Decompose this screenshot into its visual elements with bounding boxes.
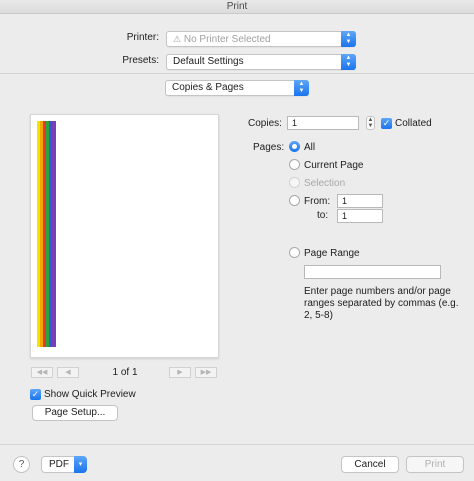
copies-input[interactable]: 1 <box>287 116 359 130</box>
popup-arrows-icon: ▲ ▼ <box>294 80 309 96</box>
pages-to-label: to: <box>317 210 329 221</box>
presets-label: Presets: <box>122 55 159 66</box>
pages-current-label: Current Page <box>304 160 364 171</box>
pages-all-radio[interactable] <box>289 141 300 152</box>
printer-value: No Printer Selected <box>183 34 271 45</box>
printer-settings-header: Printer: ⚠ No Printer Selected ▲ ▼ Preset… <box>0 14 474 74</box>
page-counter: 1 of 1 <box>112 367 138 378</box>
copies-stepper[interactable]: ▲ ▼ <box>366 116 375 130</box>
pages-from-label: From: <box>304 196 331 207</box>
page-setup-button[interactable]: Page Setup... <box>32 405 118 421</box>
footer-bar: ? PDF ▾ Cancel Print <box>0 444 474 481</box>
help-button[interactable]: ? <box>13 456 30 473</box>
presets-value: Default Settings <box>173 56 244 67</box>
printer-popup[interactable]: ⚠ No Printer Selected ▲ ▼ <box>166 31 356 47</box>
collated-label: Collated <box>395 118 432 129</box>
print-preview <box>30 114 219 358</box>
pdf-label: PDF <box>49 459 69 470</box>
chevron-down-icon: ▾ <box>74 456 87 473</box>
copies-label: Copies: <box>248 118 282 129</box>
pdf-menu-button[interactable]: PDF ▾ <box>41 456 87 473</box>
next-page-button[interactable]: ▶ <box>169 367 191 378</box>
pages-current-radio[interactable] <box>289 159 300 170</box>
pages-selection-radio[interactable] <box>289 177 300 188</box>
page-range-hint: Enter page numbers and/or page ranges se… <box>304 286 459 321</box>
popup-arrows-icon: ▲ ▼ <box>341 54 356 70</box>
first-page-button[interactable]: ◀◀ <box>31 367 53 378</box>
section-popup[interactable]: Copies & Pages ▲ ▼ <box>165 80 309 96</box>
quick-preview-checkbox[interactable]: ✓ <box>30 389 41 400</box>
pages-from-radio[interactable] <box>289 195 300 206</box>
pages-range-label: Page Range <box>304 248 360 259</box>
presets-popup[interactable]: Default Settings ▲ ▼ <box>166 54 356 70</box>
pages-range-radio[interactable] <box>289 247 300 258</box>
popup-arrows-icon: ▲ ▼ <box>341 31 356 47</box>
last-page-button[interactable]: ▶▶ <box>195 367 217 378</box>
page-range-input[interactable] <box>304 265 441 279</box>
previous-page-button[interactable]: ◀ <box>57 367 79 378</box>
section-popup-value: Copies & Pages <box>172 82 244 93</box>
preview-stripe <box>52 121 56 347</box>
pages-label: Pages: <box>253 142 285 153</box>
collated-checkbox[interactable]: ✓ <box>381 118 392 129</box>
warning-icon: ⚠ <box>173 34 182 44</box>
pages-from-input[interactable]: 1 <box>337 194 383 208</box>
printer-label: Printer: <box>126 32 159 43</box>
print-button[interactable]: Print <box>406 456 464 473</box>
pages-all-label: All <box>304 142 316 153</box>
quick-preview-label: Show Quick Preview <box>44 389 136 400</box>
pages-selection-label: Selection <box>304 178 346 189</box>
pages-to-input[interactable]: 1 <box>337 209 383 223</box>
window-title-bar: Print <box>0 0 474 14</box>
cancel-button[interactable]: Cancel <box>341 456 399 473</box>
window-title: Print <box>226 1 248 12</box>
